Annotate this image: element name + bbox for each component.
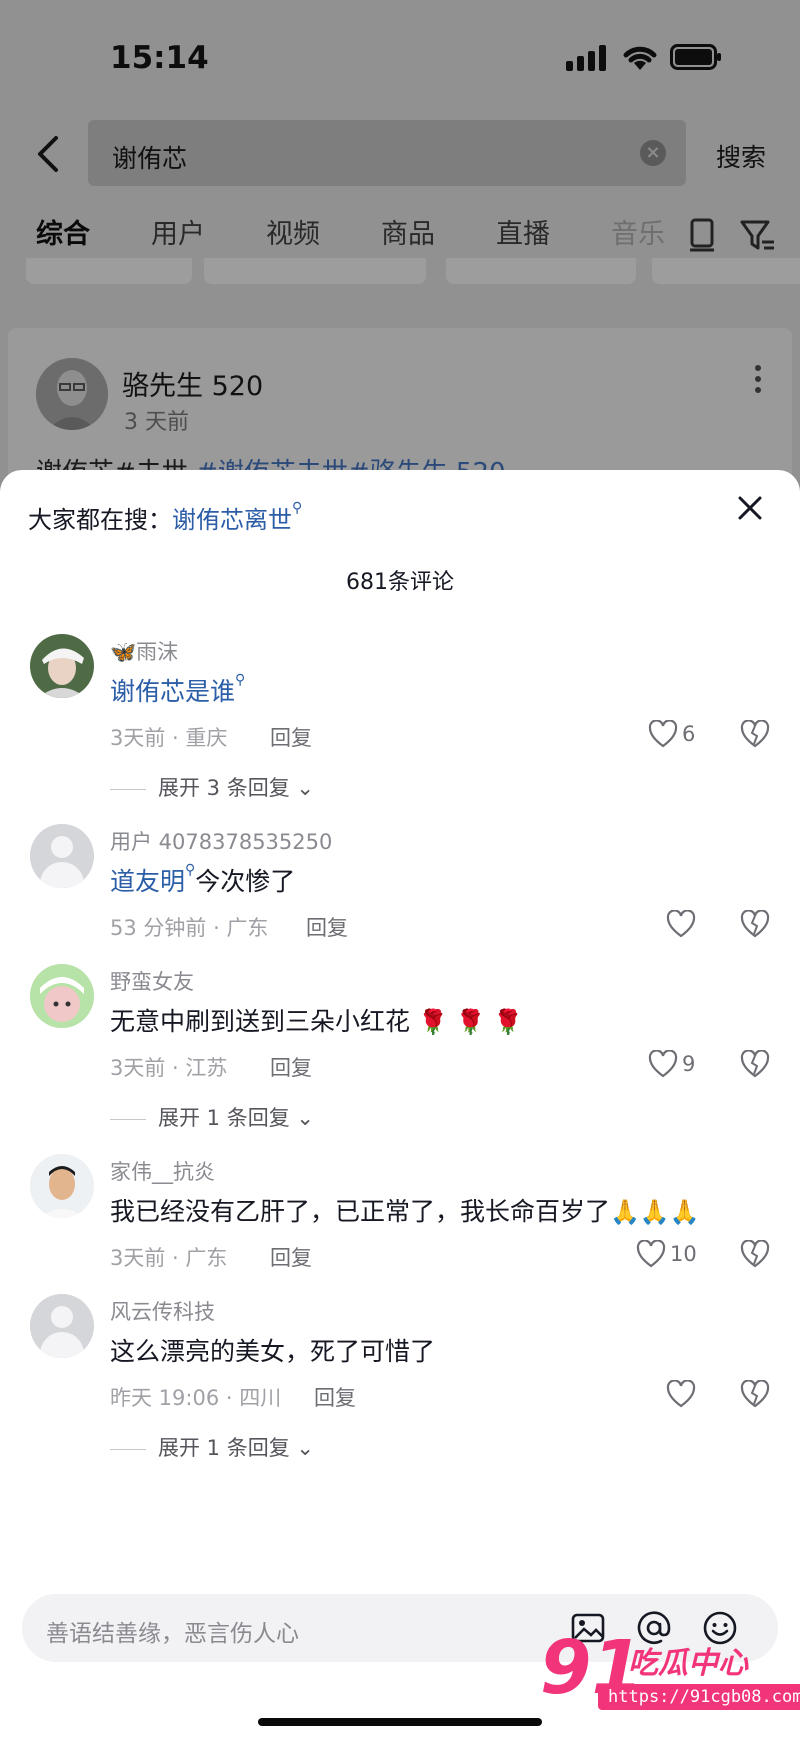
comment-meta: 昨天 19:06 · 四川: [110, 1386, 282, 1410]
comment-search-link[interactable]: 道友明: [110, 867, 185, 896]
search-query: 谢侑芯: [112, 144, 188, 173]
comment-text: 谢侑芯是谁⚲: [110, 672, 245, 708]
comment-count: 681条评论: [346, 570, 454, 595]
tab-users[interactable]: 用户: [151, 212, 205, 251]
tab-music[interactable]: 音乐: [611, 212, 665, 251]
commenter-avatar[interactable]: [30, 824, 94, 888]
search-small-icon: ⚲: [292, 500, 303, 516]
post-time: 3 天前: [124, 410, 189, 435]
wifi-icon: [623, 46, 657, 70]
clear-icon[interactable]: ×: [640, 140, 666, 166]
comment-item: 野蛮女友 无意中刷到送到三朵小红花 🌹 🌹 🌹 3天前 · 江苏 回复 9 展开…: [0, 964, 800, 1130]
search-small-icon: ⚲: [185, 862, 196, 878]
heart-icon[interactable]: [648, 720, 678, 748]
heart-icon[interactable]: [666, 1380, 696, 1408]
comment-text: 无意中刷到送到三朵小红花 🌹 🌹 🌹: [110, 1007, 523, 1036]
related-search-chips: [0, 258, 800, 292]
result-tabs: 综合 用户 视频 商品 直播 音乐: [36, 212, 800, 256]
expand-replies[interactable]: 展开 3 条回复 ⌄: [110, 772, 314, 802]
watermark-url: https://91cgb08.com: [598, 1684, 800, 1710]
reply-button[interactable]: 回复: [314, 1382, 356, 1412]
hot-search-keyword[interactable]: 谢侑芯离世: [172, 506, 292, 534]
search-input[interactable]: 谢侑芯 ×: [88, 120, 686, 186]
like-count: 6: [682, 722, 696, 746]
search-small-icon: ⚲: [235, 672, 246, 688]
comment-item: 🦋雨沫 谢侑芯是谁⚲ 3天前 · 重庆 回复 6 展开 3 条回复 ⌄: [0, 634, 800, 800]
commenter-avatar[interactable]: [30, 1294, 94, 1358]
pray-emoji: 🙏🙏🙏: [610, 1198, 700, 1226]
rose-emoji: 🌹 🌹 🌹: [417, 1008, 523, 1036]
butterfly-icon: 🦋: [110, 640, 137, 664]
broken-heart-icon[interactable]: [740, 720, 770, 748]
reply-button[interactable]: 回复: [270, 1052, 312, 1082]
tab-tools: [690, 218, 774, 252]
broken-heart-icon[interactable]: [740, 1050, 770, 1078]
status-bar: 15:14: [0, 0, 800, 110]
broken-heart-icon[interactable]: [740, 1240, 770, 1268]
more-icon[interactable]: [754, 364, 762, 394]
hot-search-prefix: 大家都在搜：: [28, 506, 172, 534]
close-icon[interactable]: [734, 492, 766, 524]
watermark-text: 吃瓜中心: [628, 1646, 748, 1681]
watermark-logo: 91 吃瓜中心 https://91cgb08.com: [540, 1628, 800, 1720]
comment-item: 用户 4078378535250 道友明⚲今次惨了 53 分钟前 · 广东 回复: [0, 824, 800, 944]
post-author-name[interactable]: 骆先生 520: [122, 364, 263, 403]
commenter-avatar[interactable]: [30, 964, 94, 1028]
status-time: 15:14: [110, 40, 209, 76]
comment-search-link[interactable]: 谢侑芯是谁: [110, 677, 235, 706]
comment-text: 这么漂亮的美女，死了可惜了: [110, 1337, 436, 1366]
expand-replies[interactable]: 展开 1 条回复 ⌄: [110, 1102, 314, 1132]
search-row: 谢侑芯 × 搜索: [0, 120, 800, 186]
like-count: 9: [682, 1052, 696, 1076]
comments-sheet: 大家都在搜：谢侑芯离世⚲ 681条评论 🦋雨沫 谢侑芯是谁⚲ 3天前 · 重庆 …: [0, 470, 800, 1739]
post-card[interactable]: 骆先生 520 3 天前 谢侑芯#去世 #谢侑芯去世#骆先生 520: [8, 328, 792, 488]
broken-heart-icon[interactable]: [740, 910, 770, 938]
comment-text: 我已经没有乙肝了，已正常了，我长命百岁了🙏🙏🙏: [110, 1197, 700, 1226]
battery-icon: [670, 44, 721, 70]
like-count: 10: [670, 1242, 697, 1266]
tab-comprehensive[interactable]: 综合: [36, 212, 90, 251]
heart-icon[interactable]: [636, 1240, 666, 1268]
expand-replies[interactable]: 展开 1 条回复 ⌄: [110, 1432, 314, 1462]
search-button[interactable]: 搜索: [716, 138, 766, 174]
comment-item: 家伟__抗炎 我已经没有乙肝了，已正常了，我长命百岁了🙏🙏🙏 3天前 · 广东 …: [0, 1154, 800, 1274]
commenter-name[interactable]: 家伟__抗炎: [110, 1156, 215, 1186]
related-chip[interactable]: [652, 258, 800, 284]
signal-icon: [566, 45, 608, 71]
tab-products[interactable]: 商品: [381, 212, 435, 251]
hot-search-bar: 大家都在搜：谢侑芯离世⚲: [28, 500, 302, 535]
back-arrow-icon[interactable]: [30, 132, 70, 176]
broken-heart-icon[interactable]: [740, 1380, 770, 1408]
related-chip[interactable]: [26, 258, 192, 284]
related-chip[interactable]: [446, 258, 636, 284]
commenter-avatar[interactable]: [30, 634, 94, 698]
comment-input-placeholder: 善语结善缘，恶言伤人心: [46, 1621, 299, 1647]
heart-icon[interactable]: [648, 1050, 678, 1078]
commenter-avatar[interactable]: [30, 1154, 94, 1218]
commenter-name[interactable]: 🦋雨沫: [110, 636, 178, 666]
commenter-name[interactable]: 野蛮女友: [110, 966, 194, 996]
tab-videos[interactable]: 视频: [266, 212, 320, 251]
background-search-page: 15:14 谢侑芯 × 搜索 综合 用户 视频 商品 直播 音乐 骆先生 520…: [0, 0, 800, 488]
related-chip[interactable]: [204, 258, 426, 284]
comment-meta: 3天前 · 广东: [110, 1246, 228, 1270]
comment-item: 风云传科技 这么漂亮的美女，死了可惜了 昨天 19:06 · 四川 回复 展开 …: [0, 1294, 800, 1460]
commenter-name[interactable]: 风云传科技: [110, 1296, 215, 1326]
home-indicator: [258, 1718, 542, 1726]
tab-live[interactable]: 直播: [496, 212, 550, 251]
comment-meta: 3天前 · 重庆: [110, 726, 228, 750]
commenter-name[interactable]: 用户 4078378535250: [110, 826, 332, 856]
comment-meta: 53 分钟前 · 广东: [110, 916, 269, 940]
filter-icon: [740, 220, 774, 250]
comment-meta: 3天前 · 江苏: [110, 1056, 228, 1080]
comment-text: 道友明⚲今次惨了: [110, 862, 296, 896]
reply-button[interactable]: 回复: [270, 1242, 312, 1272]
reply-button[interactable]: 回复: [270, 722, 312, 752]
heart-icon[interactable]: [666, 910, 696, 938]
list-view-icon: [690, 218, 714, 252]
reply-button[interactable]: 回复: [306, 912, 348, 942]
post-author-avatar[interactable]: [36, 358, 108, 430]
